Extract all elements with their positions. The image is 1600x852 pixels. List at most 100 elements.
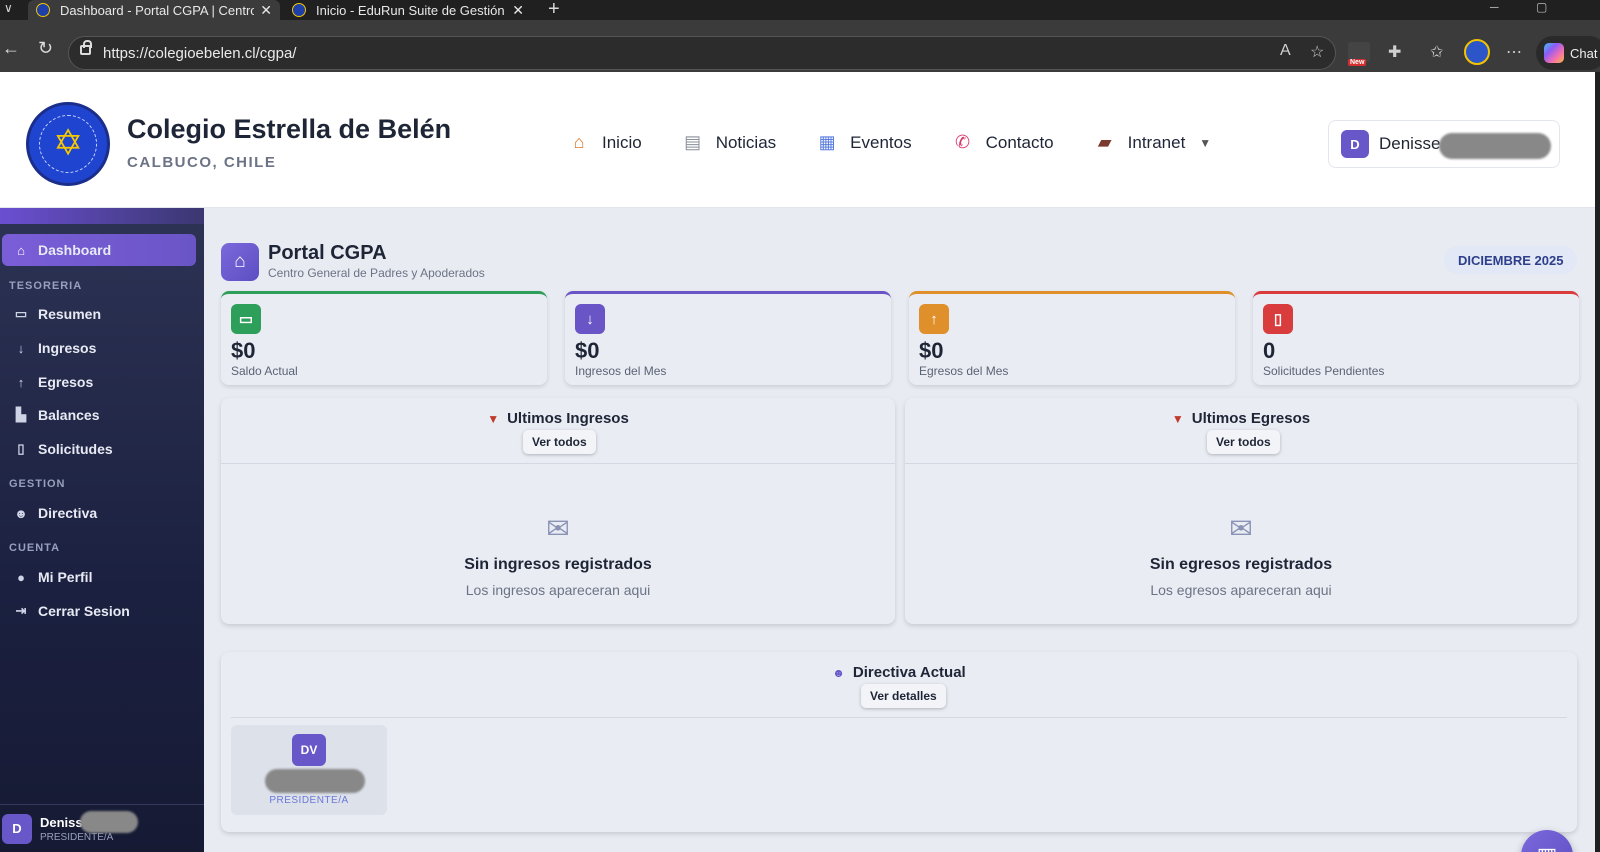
empty-title: Sin ingresos registrados bbox=[464, 556, 652, 573]
sidebar-user-avatar: D bbox=[2, 813, 32, 844]
home-icon: ⌂ bbox=[17, 242, 25, 258]
user-menu[interactable]: D Denisse bbox=[1328, 120, 1560, 168]
panel-title: ☻ Directiva Actual bbox=[832, 664, 966, 681]
main-content: ⌂ Portal CGPA Centro General de Padres y… bbox=[204, 208, 1595, 852]
star-of-david-icon: ✡ bbox=[53, 122, 84, 163]
tab-list-chevron-icon[interactable]: ∨ bbox=[4, 1, 13, 15]
more-options-icon[interactable]: ⋯ bbox=[1506, 42, 1522, 62]
tab-title: Dashboard - Portal CGPA | Centro G bbox=[60, 2, 255, 18]
read-aloud-icon[interactable]: A bbox=[1280, 42, 1291, 60]
member-card[interactable]: DV PRESIDENTE/A bbox=[231, 725, 387, 815]
panel-header: ☻ Directiva Actual Ver detalles bbox=[231, 652, 1567, 718]
copilot-icon bbox=[1544, 43, 1564, 63]
sidebar-user[interactable]: D Denisse PRESIDENTE/A bbox=[0, 804, 204, 852]
briefcase-icon: ▰ bbox=[1097, 132, 1112, 152]
favorites-icon[interactable]: ✩ bbox=[1430, 42, 1443, 62]
user-name: Denisse bbox=[1379, 134, 1441, 153]
maximize-icon[interactable]: ▢ bbox=[1536, 0, 1547, 14]
wallet-icon: ▭ bbox=[14, 306, 28, 321]
panel-header: ▼ Ultimos Ingresos Ver todos bbox=[221, 398, 895, 464]
inbox-icon: ▼ bbox=[487, 412, 500, 426]
empty-subtitle: Los egresos apareceran aqui bbox=[1150, 582, 1332, 598]
egresos-panel: ▼ Ultimos Egresos Ver todos ✉ Sin egresos… bbox=[905, 398, 1577, 624]
school-location: CALBUCO, CHILE bbox=[127, 154, 277, 171]
book-icon: ▥ bbox=[1537, 843, 1558, 852]
ingresos-panel: ▼ Ultimos Ingresos Ver todos ✉ Sin ingres… bbox=[221, 398, 895, 624]
sidebar-item-cerrar-sesion[interactable]: ⇥ Cerrar Sesion bbox=[2, 595, 196, 627]
school-name: Colegio Estrella de Belén bbox=[127, 114, 452, 144]
close-tab-icon[interactable]: ✕ bbox=[260, 2, 272, 19]
empty-subtitle: Los ingresos apareceran aqui bbox=[465, 582, 651, 598]
directiva-panel: ☻ Directiva Actual Ver detalles DV PRESID… bbox=[221, 652, 1577, 832]
newspaper-icon: ▤ bbox=[684, 132, 702, 152]
sidebar-item-ingresos[interactable]: ↓ Ingresos bbox=[2, 332, 196, 364]
copilot-button[interactable]: Chat bbox=[1536, 36, 1600, 70]
sidebar-item-egresos[interactable]: ↑ Egresos bbox=[2, 366, 196, 398]
refresh-icon[interactable]: ↻ bbox=[38, 38, 53, 59]
member-role: PRESIDENTE/A bbox=[269, 795, 349, 806]
ver-todos-egresos-button[interactable]: Ver todos bbox=[1207, 430, 1280, 454]
phone-icon: ✆ bbox=[955, 132, 971, 152]
redaction-blur bbox=[265, 769, 365, 793]
sidebar-item-solicitudes[interactable]: ▯ Solicitudes bbox=[2, 433, 196, 465]
month-badge: DICIEMBRE 2025 bbox=[1444, 246, 1578, 274]
sidebar-item-directiva[interactable]: ☻ Directiva bbox=[2, 497, 196, 529]
sidebar-section-gestion: GESTION bbox=[9, 478, 66, 490]
stat-label: Egresos del Mes bbox=[919, 364, 1009, 378]
stat-card-egresos: ↑ $0 Egresos del Mes bbox=[909, 291, 1235, 385]
users-icon: ☻ bbox=[14, 505, 28, 521]
arrow-down-icon: ↓ bbox=[575, 304, 605, 334]
ver-detalles-button[interactable]: Ver detalles bbox=[861, 684, 946, 708]
mailbox-icon: ✉ bbox=[546, 513, 570, 544]
menu-item-eventos[interactable]: ▦ Eventos bbox=[816, 132, 912, 153]
ver-todos-ingresos-button[interactable]: Ver todos bbox=[523, 430, 596, 454]
empty-title: Sin egresos registrados bbox=[1149, 556, 1333, 573]
sidebar-section-cuenta: CUENTA bbox=[9, 542, 61, 554]
sidebar-accent-bar bbox=[0, 208, 204, 224]
extension-new-icon[interactable]: New bbox=[1348, 42, 1370, 66]
bar-chart-icon: ▙ bbox=[16, 407, 26, 422]
new-tab-icon[interactable]: + bbox=[548, 0, 560, 21]
document-icon: ▯ bbox=[1263, 304, 1293, 334]
sidebar-item-balances[interactable]: ▙ Balances bbox=[2, 399, 196, 431]
address-bar[interactable]: https://colegioebelen.cl/cgpa/ bbox=[68, 36, 1336, 70]
sidebar-item-resumen[interactable]: ▭ Resumen bbox=[2, 298, 196, 330]
favorite-star-icon[interactable]: ☆ bbox=[1310, 42, 1324, 62]
page-title: Portal CGPA bbox=[268, 242, 387, 264]
browser-tab-dashboard[interactable]: Dashboard - Portal CGPA | Centro G ✕ bbox=[28, 0, 280, 20]
stat-value: $0 bbox=[919, 338, 944, 363]
user-icon: ● bbox=[17, 569, 25, 585]
house-icon: ⌂ bbox=[573, 132, 585, 152]
stat-label: Saldo Actual bbox=[231, 364, 298, 378]
menu-item-contacto[interactable]: ✆ Contacto bbox=[952, 132, 1054, 153]
panel-title: ▼ Ultimos Ingresos bbox=[487, 410, 629, 427]
stat-value: 0 bbox=[1263, 338, 1276, 363]
stat-card-saldo: ▭ $0 Saldo Actual bbox=[221, 291, 547, 385]
browser-profile-avatar[interactable] bbox=[1464, 39, 1490, 65]
menu-item-intranet[interactable]: ▰ Intranet ▼ bbox=[1094, 132, 1212, 153]
web-page: ✡ Colegio Estrella de Belén CALBUCO, CHI… bbox=[0, 72, 1595, 852]
minimize-icon[interactable]: ─ bbox=[1490, 0, 1499, 14]
stat-value: $0 bbox=[575, 338, 600, 363]
lock-icon[interactable] bbox=[80, 40, 92, 55]
sidebar-item-dashboard[interactable]: ⌂ Dashboard bbox=[2, 234, 196, 266]
back-arrow-icon[interactable]: ← bbox=[2, 38, 20, 59]
tab-title: Inicio - EduRun Suite de Gestión Ed bbox=[316, 2, 507, 18]
extensions-puzzle-icon[interactable]: ✚ bbox=[1388, 42, 1401, 62]
browser-tab-bar: ∨ Dashboard - Portal CGPA | Centro G ✕ I… bbox=[0, 0, 1600, 20]
sidebar-item-mi-perfil[interactable]: ● Mi Perfil bbox=[2, 561, 196, 593]
close-tab-icon[interactable]: ✕ bbox=[512, 2, 524, 19]
stat-card-ingresos: ↓ $0 Ingresos del Mes bbox=[565, 291, 891, 385]
panel-title: ▼ Ultimos Egresos bbox=[1171, 410, 1311, 427]
favicon-icon bbox=[292, 3, 306, 17]
menu-item-inicio[interactable]: ⌂ Inicio bbox=[568, 132, 642, 153]
sidebar-section-tesoreria: TESORERIA bbox=[9, 280, 83, 292]
dropdown-caret-icon: ▼ bbox=[1199, 135, 1212, 150]
menu-item-noticias[interactable]: ▤ Noticias bbox=[682, 132, 776, 153]
stat-label: Solicitudes Pendientes bbox=[1263, 364, 1385, 378]
outbox-icon: ▼ bbox=[1171, 412, 1184, 426]
school-logo[interactable]: ✡ bbox=[26, 102, 110, 186]
logout-icon: ⇥ bbox=[15, 603, 27, 618]
sidebar: ⌂ Dashboard TESORERIA ▭ Resumen ↓ Ingresos … bbox=[0, 208, 204, 852]
browser-tab-edurun[interactable]: Inicio - EduRun Suite de Gestión Ed ✕ bbox=[284, 0, 532, 20]
